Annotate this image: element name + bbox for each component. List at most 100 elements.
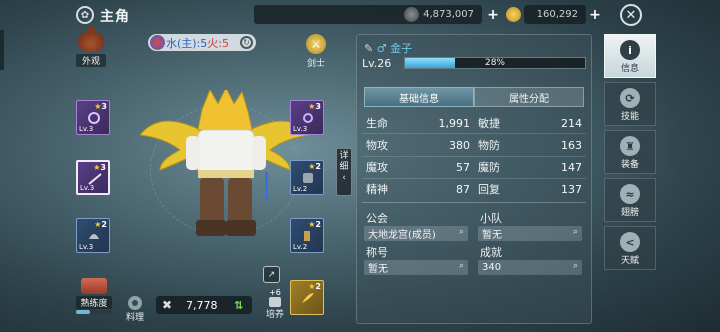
team-label: 小队: [480, 212, 502, 225]
character-icon: ✿: [76, 6, 94, 24]
bag-icon: [78, 26, 104, 52]
currency-silver: 4,873,007: [254, 5, 482, 24]
achievement-label: 成就: [480, 246, 502, 259]
cultivate-label: 培养: [265, 310, 284, 320]
silver-amount: 4,873,007: [423, 9, 474, 20]
slot-level: Lv.3: [293, 125, 308, 133]
power-up-icon[interactable]: ⇅: [234, 299, 246, 312]
slot-stars: ★3: [94, 102, 107, 111]
search-icon[interactable]: ⌕: [573, 261, 578, 271]
exp-percent: 28%: [484, 58, 505, 68]
stat-hp: 生命 1,991: [366, 116, 470, 131]
slot-stars: ★3: [308, 102, 321, 111]
boots-icon: [304, 231, 310, 241]
equip-slot-2[interactable]: ★3 Lv.3: [76, 160, 110, 195]
equip-slot-4[interactable]: ★2 Lv.2: [290, 160, 324, 195]
gear-icon: [128, 296, 142, 310]
cultivate-button[interactable]: +6 培养: [264, 288, 286, 320]
skills-icon: ⟳: [620, 88, 640, 108]
tab-attribute-allocation[interactable]: 属性分配: [474, 87, 584, 107]
slot-stars: ★2: [308, 162, 321, 171]
cooking-button[interactable]: 料理: [122, 296, 148, 323]
appearance-label: 外观: [76, 54, 106, 67]
nav-equipment-label: 装备: [620, 160, 639, 170]
stat-phys-def: 物防 163: [478, 138, 582, 153]
title-field[interactable]: 暂无 ⌕: [364, 260, 468, 275]
combat-power-value: 7,778: [186, 298, 218, 312]
left-edge-tab[interactable]: [0, 30, 4, 70]
stat-phys-atk: 物攻 380: [366, 138, 470, 153]
proficiency-bar: [76, 310, 112, 314]
divider: [362, 156, 586, 157]
gold-coin-icon: [506, 7, 521, 22]
equip-slot-5[interactable]: ★2 Lv.3: [76, 218, 110, 253]
proficiency-label: 熟练度: [76, 296, 112, 309]
team-value: 暂无: [482, 230, 502, 241]
slot-level: Lv.3: [79, 243, 94, 251]
appearance-button[interactable]: 外观: [76, 26, 106, 67]
nav-talent[interactable]: < 天赋: [604, 226, 656, 270]
stat-magic-def: 魔防 147: [478, 160, 582, 175]
stat-magic-atk: 魔攻 57: [366, 160, 470, 175]
details-tab[interactable]: 详细 ‹: [336, 148, 352, 196]
proficiency-fill: [76, 310, 91, 314]
nav-skills-label: 技能: [620, 112, 639, 122]
nav-equipment[interactable]: ♜ 装备: [604, 130, 656, 174]
chevron-left-icon: ‹: [342, 173, 346, 183]
search-icon[interactable]: ⌕: [459, 227, 464, 237]
character-name-row[interactable]: ✎ ♂ 金子: [364, 40, 412, 56]
page-title: 主角: [100, 9, 130, 25]
divider: [362, 178, 586, 179]
wing-icon: [302, 293, 314, 303]
sword-icon[interactable]: ⚔: [306, 34, 326, 54]
nav-wings[interactable]: ≈ 翅膀: [604, 178, 656, 222]
male-icon: ♂: [376, 42, 387, 55]
achievement-field[interactable]: 340 ⌕: [478, 260, 582, 275]
slot-level: Lv.2: [293, 243, 308, 251]
refresh-icon[interactable]: ↻: [240, 36, 253, 49]
character-level: Lv.26: [362, 57, 392, 70]
divider: [362, 133, 586, 134]
search-icon[interactable]: ⌕: [573, 227, 578, 237]
nav-wings-label: 翅膀: [620, 208, 639, 218]
edit-icon[interactable]: ✎: [364, 42, 373, 55]
currency-gold: 160,292: [524, 5, 586, 24]
achievement-value: 340: [482, 262, 502, 273]
guild-label: 公会: [366, 212, 388, 225]
close-icon: ✕: [625, 7, 637, 23]
equip-slot-6[interactable]: ★2 Lv.2: [290, 218, 324, 253]
helmet-icon: [89, 234, 99, 239]
nav-skills[interactable]: ⟳ 技能: [604, 82, 656, 126]
divider: [362, 202, 586, 203]
search-icon[interactable]: ⌕: [459, 261, 464, 271]
equip-slot-1[interactable]: ★3 Lv.3: [76, 100, 110, 135]
gold-amount: 160,292: [536, 9, 578, 20]
guild-field[interactable]: 大地龙宫(成员) ⌕: [364, 226, 468, 241]
cooking-label: 料理: [125, 313, 144, 323]
equip-slot-3[interactable]: ★3 Lv.3: [290, 100, 324, 135]
tab-basic-info[interactable]: 基础信息: [364, 87, 474, 107]
share-button[interactable]: ↗: [263, 266, 280, 283]
slot-stars: ★3: [93, 163, 106, 172]
slot-stars: ★2: [308, 282, 321, 291]
add-gold-button[interactable]: +: [586, 5, 604, 24]
equip-slot-7[interactable]: ★2: [290, 280, 324, 315]
team-field[interactable]: 暂无 ⌕: [478, 226, 582, 241]
scroll-icon: [81, 278, 107, 294]
slot-stars: ★2: [308, 220, 321, 229]
armor-nav-icon: ♜: [620, 136, 640, 156]
cultivate-icon: [269, 297, 281, 307]
guild-value: 大地龙宫(成员): [368, 230, 436, 241]
add-silver-button[interactable]: +: [484, 5, 502, 24]
amulet-icon: [88, 112, 100, 124]
nav-info[interactable]: i 信息: [604, 34, 656, 78]
element-fire: 火:5: [207, 36, 230, 50]
character-name: 金子: [390, 42, 413, 55]
silver-coin-icon: [404, 7, 419, 22]
close-button[interactable]: ✕: [620, 4, 642, 26]
element-water: 水(主):5: [166, 36, 208, 50]
nav-talent-label: 天赋: [620, 256, 639, 266]
stat-agility: 敏捷 214: [478, 116, 582, 131]
character-model[interactable]: [140, 90, 310, 255]
info-icon: i: [620, 40, 640, 60]
